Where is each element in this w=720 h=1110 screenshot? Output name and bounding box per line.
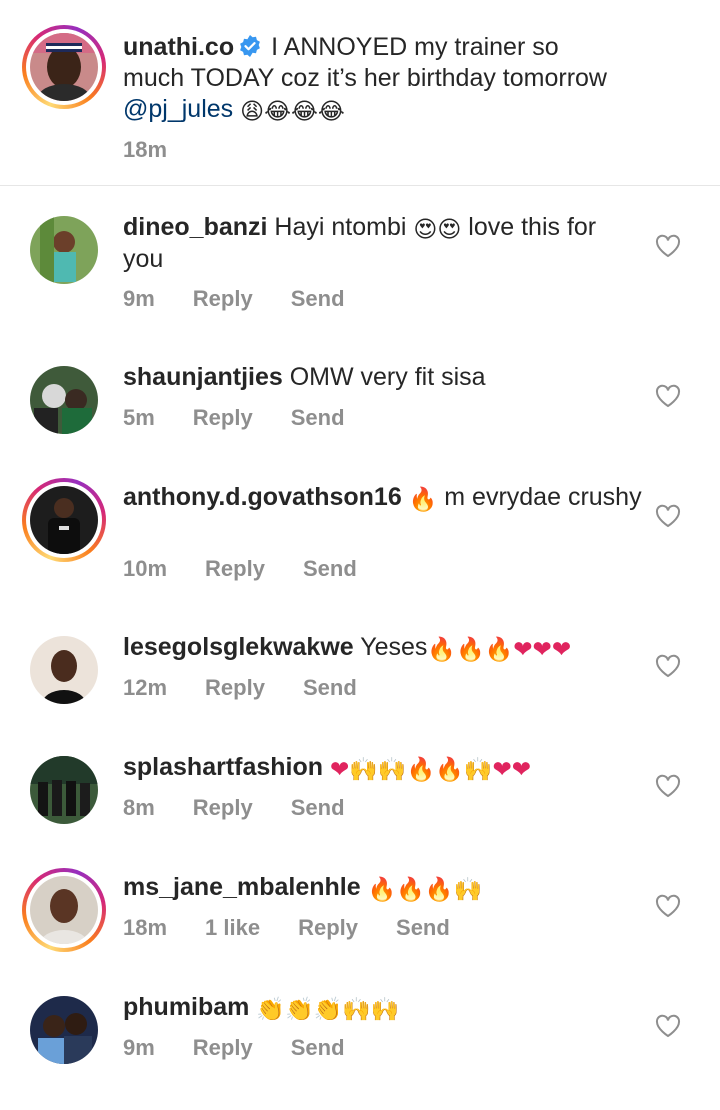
commenter-avatar[interactable] (22, 478, 106, 562)
comment-emojis: 🔥🔥🔥❤❤❤ (427, 637, 572, 663)
comment-username[interactable]: dineo_banzi (123, 213, 267, 241)
comment-time: 12m (123, 675, 168, 700)
reply-button[interactable]: Reply (205, 675, 265, 701)
comment-time: 8m (123, 795, 155, 820)
comment-item: splashartfashion ❤🙌🙌🔥🔥🙌❤❤ 8m Reply Send (0, 726, 720, 846)
caption-emojis: 😩😂😂😂 (240, 99, 345, 125)
comment-meta: 5m Reply Send (123, 405, 345, 431)
comment-meta: 12m Reply Send (123, 675, 357, 701)
like-heart-icon[interactable] (655, 234, 681, 258)
comment-item: anthony.d.govathson16 🔥 m evrydae crushy… (0, 456, 720, 581)
like-heart-icon[interactable] (655, 654, 681, 678)
caption-mention[interactable]: @pj_jules (123, 95, 233, 123)
comment-meta: 10m Reply Send (123, 556, 357, 582)
send-button[interactable]: Send (291, 405, 345, 431)
comment-username[interactable]: lesegolsglekwakwe (123, 633, 354, 661)
send-button[interactable]: Send (396, 915, 450, 941)
caption-time: 18m (123, 137, 168, 162)
caption-username[interactable]: unathi.co (123, 33, 234, 61)
comment-text: OMW very fit sisa (289, 363, 486, 391)
commenter-avatar[interactable] (22, 358, 106, 442)
reply-button[interactable]: Reply (298, 915, 358, 941)
send-button[interactable]: Send (303, 675, 357, 701)
like-heart-icon[interactable] (655, 384, 681, 408)
comment-meta: 18m 1 like Reply Send (123, 915, 450, 941)
like-heart-icon[interactable] (655, 504, 681, 528)
comment-meta: 9m Reply Send (123, 286, 345, 312)
comment-likes[interactable]: 1 like (205, 915, 260, 941)
caption-meta: 18m (123, 137, 167, 163)
comment-username[interactable]: anthony.d.govathson16 (123, 483, 402, 511)
comment-item: phumibam 👏👏👏🙌🙌 9m Reply Send (0, 966, 720, 1086)
reply-button[interactable]: Reply (205, 556, 265, 582)
comment-item: dineo_banzi Hayi ntombi 😍😍 love this for… (0, 186, 720, 311)
commenter-avatar[interactable] (22, 628, 106, 712)
like-heart-icon[interactable] (655, 894, 681, 918)
comment-meta: 8m Reply Send (123, 795, 345, 821)
comment-emojis: 🔥 (408, 487, 438, 513)
commenter-avatar[interactable] (22, 988, 106, 1072)
reply-button[interactable]: Reply (193, 795, 253, 821)
comment-emojis: 😍😍 (413, 217, 462, 243)
comment-time: 9m (123, 286, 155, 311)
comment-time: 18m (123, 915, 168, 940)
comment-text-after: m evrydae crushy (444, 483, 642, 511)
comment-item: ms_jane_mbalenhle 🔥🔥🔥🙌 18m 1 like Reply … (0, 846, 720, 966)
comment-username[interactable]: splashartfashion (123, 753, 323, 781)
comment-time: 10m (123, 556, 168, 581)
comment-emojis: ❤🙌🙌🔥🔥🙌❤❤ (330, 757, 532, 783)
comment-text: Yeses (360, 633, 428, 661)
comment-meta: 9m Reply Send (123, 1035, 345, 1061)
caption-line-2: much TODAY coz it’s her birthday tomorro… (123, 64, 607, 92)
comment-item: lesegolsglekwakwe Yeses🔥🔥🔥❤❤❤ 12m Reply … (0, 606, 720, 726)
comment-text: Hayi ntombi (274, 213, 407, 241)
send-button[interactable]: Send (291, 795, 345, 821)
reply-button[interactable]: Reply (193, 405, 253, 431)
commenter-avatar[interactable] (22, 748, 106, 832)
comment-emojis: 👏👏👏🙌🙌 (256, 997, 400, 1023)
send-button[interactable]: Send (303, 556, 357, 582)
verified-badge-icon (238, 34, 262, 58)
reply-button[interactable]: Reply (193, 1035, 253, 1061)
send-button[interactable]: Send (291, 1035, 345, 1061)
send-button[interactable]: Send (291, 286, 345, 312)
comment-emojis: 🔥🔥🔥🙌 (367, 877, 483, 903)
reply-button[interactable]: Reply (193, 286, 253, 312)
post-caption: unathi.co I ANNOYED my trainer so much T… (0, 0, 720, 186)
comment-username[interactable]: shaunjantjies (123, 363, 283, 391)
comment-time: 9m (123, 1035, 155, 1060)
caption-line-1: I ANNOYED my trainer so (271, 33, 559, 61)
like-heart-icon[interactable] (655, 1014, 681, 1038)
comment-item: shaunjantjies OMW very fit sisa 5m Reply… (0, 336, 720, 456)
comment-username[interactable]: ms_jane_mbalenhle (123, 873, 361, 901)
comment-username[interactable]: phumibam (123, 993, 249, 1021)
commenter-avatar[interactable] (22, 868, 106, 952)
caption-text: unathi.co I ANNOYED my trainer so much T… (123, 32, 683, 126)
comment-time: 5m (123, 405, 155, 430)
commenter-avatar[interactable] (22, 208, 106, 292)
like-heart-icon[interactable] (655, 774, 681, 798)
caption-avatar[interactable] (22, 25, 106, 109)
